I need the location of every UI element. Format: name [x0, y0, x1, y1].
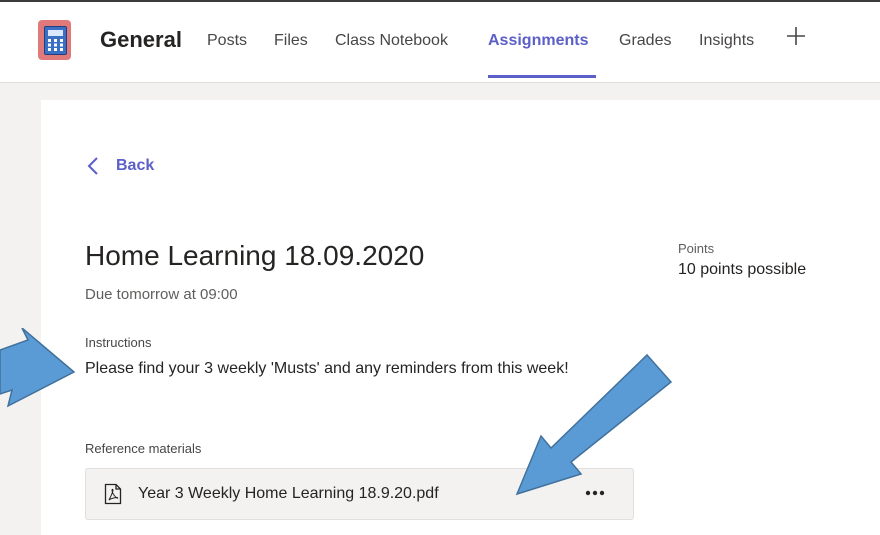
calculator-screen	[48, 30, 63, 36]
tab-assignments[interactable]: Assignments	[488, 32, 588, 50]
tab-files[interactable]: Files	[274, 32, 308, 50]
instructions-label: Instructions	[85, 335, 152, 350]
attachment-item[interactable]: Year 3 Weekly Home Learning 18.9.20.pdf	[85, 468, 634, 520]
points-label: Points	[678, 241, 715, 256]
calculator-keys	[48, 39, 63, 51]
points-value: 10 points possible	[678, 261, 807, 278]
tab-class-notebook[interactable]: Class Notebook	[335, 32, 448, 50]
assignment-title: Home Learning 18.09.2020	[85, 240, 425, 271]
tab-posts[interactable]: Posts	[207, 32, 247, 50]
channel-header: General Posts Files Class Notebook Assig…	[0, 2, 880, 83]
calculator-body	[44, 26, 67, 55]
attachment-filename[interactable]: Year 3 Weekly Home Learning 18.9.20.pdf	[138, 485, 439, 503]
chevron-left-icon	[87, 157, 98, 175]
due-date: Due tomorrow at 09:00	[85, 286, 238, 303]
active-tab-indicator	[488, 75, 596, 78]
tab-grades[interactable]: Grades	[619, 32, 671, 50]
plus-icon[interactable]	[785, 25, 807, 47]
reference-materials-label: Reference materials	[85, 441, 202, 456]
more-options-icon[interactable]	[585, 487, 605, 499]
instructions-text: Please find your 3 weekly 'Musts' and an…	[85, 360, 569, 377]
calculator-icon[interactable]	[38, 20, 71, 60]
pdf-icon	[104, 483, 122, 505]
tab-insights[interactable]: Insights	[699, 32, 754, 50]
back-label: Back	[116, 157, 155, 174]
team-name: General	[100, 27, 182, 52]
back-button[interactable]: Back	[86, 152, 154, 180]
